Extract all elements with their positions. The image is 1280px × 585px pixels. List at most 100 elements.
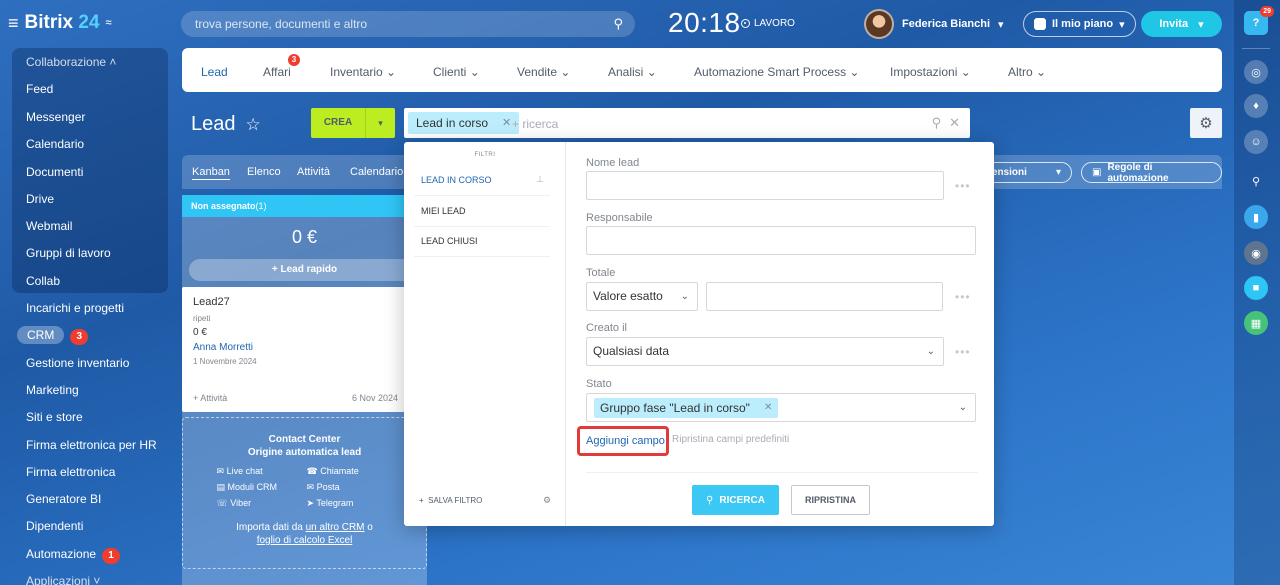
- menu-item-tasks[interactable]: Incarichi e progetti: [26, 301, 124, 315]
- gear-icon[interactable]: ⚙: [543, 495, 551, 506]
- created-date-select[interactable]: Qualsiasi data ⌄: [586, 337, 944, 366]
- bell-icon[interactable]: ♦: [1244, 94, 1268, 118]
- star-icon[interactable]: ☆: [246, 115, 261, 135]
- more-dots-icon[interactable]: •••: [955, 290, 971, 304]
- menu-item-bi-builder[interactable]: Generatore BI: [26, 492, 101, 506]
- search-icon[interactable]: ⚲: [932, 115, 942, 131]
- channel-crm-forms[interactable]: ▤ Moduli CRM: [217, 482, 303, 493]
- lead-contact[interactable]: Anna Morretti: [193, 342, 396, 353]
- channel-telegram[interactable]: ➤ Telegram: [307, 498, 393, 509]
- preset-my-leads[interactable]: MIEI LEAD: [414, 197, 550, 227]
- copilot-icon[interactable]: ◎: [1244, 60, 1268, 84]
- channel-viber[interactable]: ☏ Viber: [217, 498, 303, 509]
- search-button[interactable]: ⚲ RICERCA: [692, 485, 779, 515]
- filter-popup: FILTRI LEAD IN CORSO ⊥ MIEI LEAD LEAD CH…: [404, 142, 994, 526]
- nav-more[interactable]: Altro ⌄: [1008, 65, 1046, 79]
- tab-kanban[interactable]: Kanban: [192, 166, 230, 180]
- invite-button[interactable]: Invita ▾: [1141, 11, 1222, 37]
- import-excel-link[interactable]: foglio di calcolo Excel: [257, 535, 353, 546]
- channel-live-chat[interactable]: ✉ Live chat: [217, 466, 303, 477]
- work-status-button[interactable]: LAVORO: [741, 18, 795, 29]
- menu-item-feed[interactable]: Feed: [26, 82, 53, 96]
- menu-burger-icon[interactable]: ≡: [8, 13, 19, 34]
- add-field-link[interactable]: Aggiungi campo: [586, 435, 665, 447]
- clear-icon[interactable]: ✕: [949, 115, 960, 131]
- pin-icon[interactable]: ⊥: [536, 174, 544, 185]
- menu-item-collaboration[interactable]: Collaborazione ˄: [26, 55, 116, 69]
- menu-item-webmail[interactable]: Webmail: [26, 219, 72, 233]
- more-dots-icon[interactable]: •••: [955, 179, 971, 193]
- filter-search-bar[interactable]: Lead in corso ✕ + ricerca ⚲ ✕: [404, 108, 970, 138]
- menu-item-inventory[interactable]: Gestione inventario: [26, 356, 129, 370]
- global-search-input[interactable]: trova persone, documenti e altro ⚲: [181, 11, 635, 37]
- my-plan-button[interactable]: Il mio piano ▾: [1023, 11, 1136, 37]
- bookmark-icon[interactable]: ▮: [1244, 205, 1268, 229]
- tab-list[interactable]: Elenco: [247, 166, 281, 178]
- group-chat-icon[interactable]: ◉: [1244, 241, 1268, 265]
- lead-name-input[interactable]: [586, 171, 944, 200]
- import-crm-link[interactable]: un altro CRM: [306, 522, 365, 533]
- filter-search-input[interactable]: + ricerca: [512, 117, 558, 131]
- menu-item-messenger[interactable]: Messenger: [26, 110, 85, 124]
- gear-icon[interactable]: ⚙: [1190, 108, 1222, 138]
- menu-item-crm[interactable]: CRM 3: [17, 326, 89, 345]
- lead-title[interactable]: Lead27: [193, 296, 396, 308]
- logo[interactable]: ≡ Bitrix 24 ≈: [8, 12, 112, 34]
- chat-icon[interactable]: ☺: [1244, 130, 1268, 154]
- status-select[interactable]: Gruppo fase "Lead in corso" ✕ ⌄: [586, 393, 976, 422]
- menu-item-employees[interactable]: Dipendenti: [26, 519, 83, 533]
- nav-inventory[interactable]: Inventario ⌄: [330, 65, 396, 79]
- nav-clients[interactable]: Clienti ⌄: [433, 65, 480, 79]
- menu-item-workgroups[interactable]: Gruppi di lavoro: [26, 246, 111, 260]
- create-dropdown-icon[interactable]: ▾: [366, 108, 395, 138]
- channel-calls[interactable]: ☎ Chiamate: [307, 466, 393, 477]
- menu-item-applications[interactable]: Applicazioni ˅: [26, 574, 100, 585]
- active-filter-chip[interactable]: Lead in corso ✕: [408, 112, 520, 134]
- nav-smart-process[interactable]: Automazione Smart Process ⌄: [694, 65, 859, 79]
- responsible-input[interactable]: [586, 226, 976, 255]
- close-icon[interactable]: ✕: [502, 112, 511, 134]
- menu-item-collab[interactable]: Collab: [26, 274, 60, 288]
- channel-mail[interactable]: ✉ Posta: [307, 482, 393, 493]
- search-icon[interactable]: ⚲: [1244, 169, 1268, 193]
- preset-leads-in-progress[interactable]: LEAD IN CORSO ⊥: [414, 166, 550, 196]
- menu-item-hr-esign[interactable]: Firma elettronica per HR: [26, 438, 157, 452]
- nav-sales[interactable]: Vendite ⌄: [517, 65, 570, 79]
- save-filter-button[interactable]: + SALVA FILTRO: [419, 496, 482, 505]
- notes-icon[interactable]: ▦: [1244, 311, 1268, 335]
- nav-leads[interactable]: Lead: [198, 65, 231, 94]
- close-icon[interactable]: ✕: [764, 398, 772, 418]
- notifications-toggle-icon[interactable]: ≈: [106, 17, 112, 29]
- more-dots-icon[interactable]: •••: [955, 345, 971, 359]
- tab-calendar[interactable]: Calendario: [350, 166, 403, 178]
- menu-item-automation[interactable]: Automazione 1: [26, 547, 121, 564]
- menu-item-documents[interactable]: Documenti: [26, 165, 83, 179]
- preset-closed-leads[interactable]: LEAD CHIUSI: [414, 227, 550, 257]
- lead-card[interactable]: Lead27 ripeti 0 € Anna Morretti 1 Novemb…: [182, 287, 407, 412]
- user-menu[interactable]: Federica Bianchi ▾: [864, 9, 1004, 39]
- create-button[interactable]: CREA ▾: [311, 108, 395, 138]
- reset-button[interactable]: RIPRISTINA: [791, 485, 870, 515]
- open-channel-icon[interactable]: ■: [1244, 276, 1268, 300]
- kanban-column-header[interactable]: Non assegnato(1): [182, 195, 427, 217]
- menu-item-sites[interactable]: Siti e store: [26, 410, 83, 424]
- nav-deals[interactable]: Affari: [263, 65, 291, 79]
- menu-item-calendar[interactable]: Calendario: [26, 137, 84, 151]
- nav-settings[interactable]: Impostazioni ⌄: [890, 65, 971, 79]
- automation-rules-button[interactable]: ▣ Regole di automazione: [1081, 162, 1222, 184]
- tab-activities[interactable]: Attività: [297, 166, 330, 178]
- total-value-input[interactable]: [706, 282, 943, 311]
- add-activity-button[interactable]: + Attività: [193, 393, 227, 403]
- status-chip[interactable]: Gruppo fase "Lead in corso" ✕: [594, 398, 779, 418]
- clock[interactable]: 20:18: [668, 7, 741, 39]
- menu-item-marketing[interactable]: Marketing: [26, 383, 79, 397]
- restore-default-fields-link[interactable]: Ripristina campi predefiniti: [672, 434, 789, 445]
- total-mode-select[interactable]: Valore esatto ⌄: [586, 282, 698, 311]
- search-icon[interactable]: ⚲: [613, 11, 623, 37]
- menu-item-esign[interactable]: Firma elettronica: [26, 465, 115, 479]
- menu-item-drive[interactable]: Drive: [26, 192, 54, 206]
- nav-analytics[interactable]: Analisi ⌄: [608, 65, 657, 79]
- help-icon[interactable]: ? 29: [1244, 6, 1274, 35]
- quick-lead-button[interactable]: + Lead rapido: [189, 259, 420, 281]
- create-button-label[interactable]: CREA: [311, 108, 365, 138]
